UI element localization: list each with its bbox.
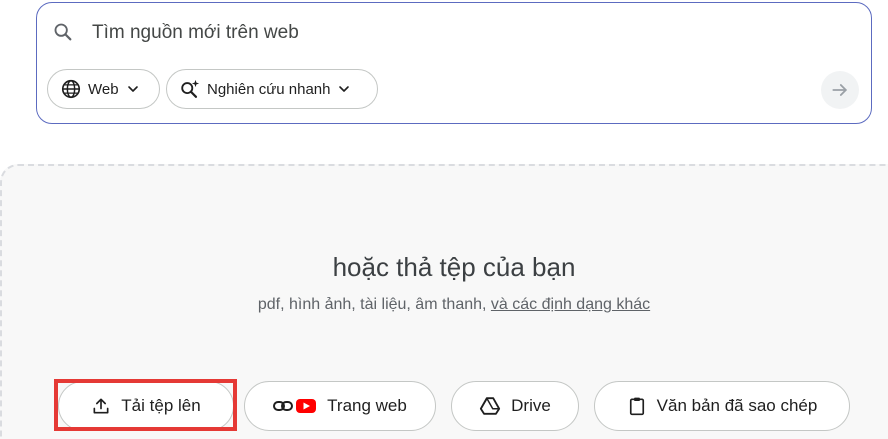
web-filter-label: Web	[88, 80, 119, 98]
upload-icon	[93, 398, 109, 414]
upload-file-button[interactable]: Tải tệp lên	[58, 381, 234, 431]
search-submit-button[interactable]	[821, 71, 859, 109]
research-mode-label: Nghiên cứu nhanh	[207, 80, 331, 98]
website-source-label: Trang web	[327, 396, 407, 415]
sparkle-search-icon	[181, 79, 200, 98]
drive-source-label: Drive	[511, 396, 551, 415]
more-formats-link[interactable]: và các định dạng khác	[491, 296, 650, 313]
research-mode-dropdown[interactable]: Nghiên cứu nhanh	[166, 69, 378, 109]
link-youtube-icon	[273, 399, 317, 413]
web-source-search-box: Web Nghiên cứu nhanh	[36, 2, 872, 124]
chevron-down-icon	[339, 86, 350, 92]
search-input[interactable]	[92, 17, 792, 49]
add-sources-page: Web Nghiên cứu nhanh hoặc thả tệp của b	[0, 0, 888, 439]
chevron-down-icon	[127, 86, 138, 92]
clipboard-icon	[629, 397, 644, 416]
drop-zone-subtitle: pdf, hình ảnh, tài liệu, âm thanh, và cá…	[0, 296, 888, 314]
drop-zone-title: hoặc thả tệp của bạn	[332, 252, 576, 282]
web-filter-dropdown[interactable]: Web	[47, 69, 160, 109]
drive-icon	[480, 397, 501, 415]
supported-formats-text: pdf, hình ảnh, tài liệu, âm thanh,	[257, 296, 487, 313]
copied-text-label: Văn bản đã sao chép	[656, 396, 818, 415]
upload-file-label: Tải tệp lên	[121, 396, 201, 415]
website-source-button[interactable]: Trang web	[244, 381, 436, 431]
arrow-right-icon	[832, 84, 847, 96]
copied-text-button[interactable]: Văn bản đã sao chép	[594, 381, 850, 431]
search-icon	[54, 23, 72, 41]
globe-icon	[61, 79, 81, 99]
drive-source-button[interactable]: Drive	[451, 381, 579, 431]
